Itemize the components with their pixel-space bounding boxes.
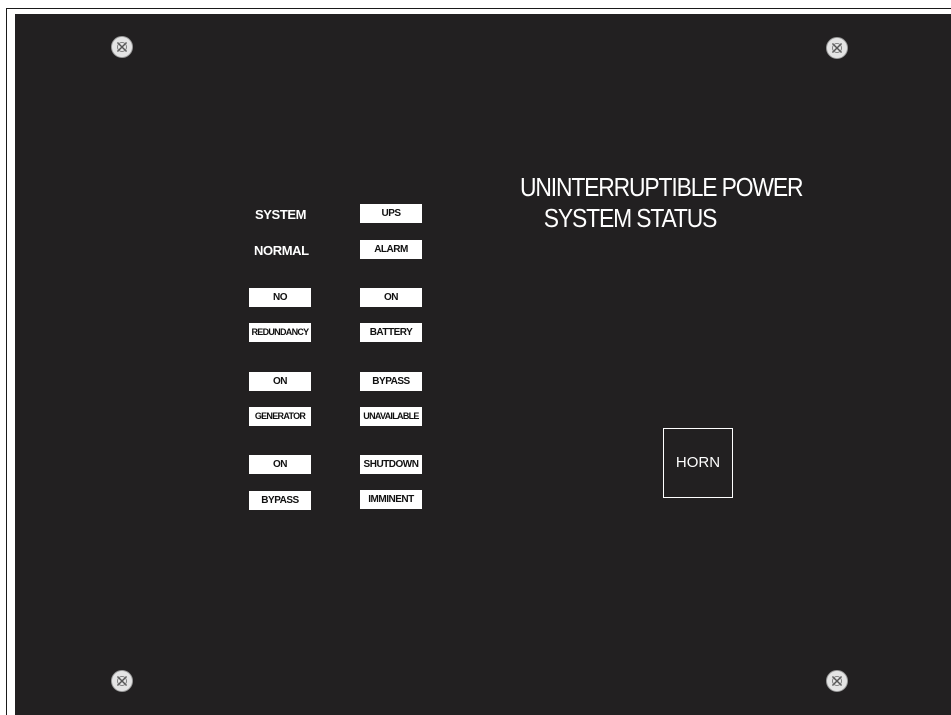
screw-icon [111, 670, 133, 692]
no-redundancy-indicator-bottom: REDUNDANCY [249, 323, 311, 342]
page-border-top [6, 8, 951, 9]
system-normal-label-line1: SYSTEM [255, 207, 307, 222]
panel-title-line2: SYSTEM STATUS [543, 203, 718, 233]
on-bypass-indicator-bottom: BYPASS [249, 491, 311, 510]
screw-icon [826, 37, 848, 59]
ups-alarm-indicator-bottom: ALARM [360, 240, 422, 259]
on-battery-indicator-top: ON [360, 288, 422, 307]
no-redundancy-indicator-top: NO [249, 288, 311, 307]
on-battery-indicator-bottom: BATTERY [360, 323, 422, 342]
screw-icon [111, 36, 133, 58]
on-bypass-indicator-top: ON [249, 455, 311, 474]
horn-button[interactable]: HORN [663, 428, 733, 498]
shutdown-imminent-indicator-bottom: IMMINENT [360, 490, 422, 509]
page-border-left [6, 8, 7, 715]
on-generator-indicator-top: ON [249, 372, 311, 391]
ups-alarm-indicator-top: UPS [360, 204, 422, 223]
bypass-unavailable-indicator-top: BYPASS [360, 372, 422, 391]
panel-title-line1: UNINTERRUPTIBLE POWER [520, 172, 804, 202]
system-normal-label-line2: NORMAL [254, 243, 309, 258]
shutdown-imminent-indicator-top: SHUTDOWN [360, 455, 422, 474]
bypass-unavailable-indicator-bottom: UNAVAILABLE [360, 407, 422, 426]
panel-title: UNINTERRUPTIBLE POWER SYSTEM STATUS [520, 172, 804, 234]
ups-status-panel: UNINTERRUPTIBLE POWER SYSTEM STATUS SYST… [15, 14, 951, 715]
screw-icon [826, 670, 848, 692]
on-generator-indicator-bottom: GENERATOR [249, 407, 311, 426]
